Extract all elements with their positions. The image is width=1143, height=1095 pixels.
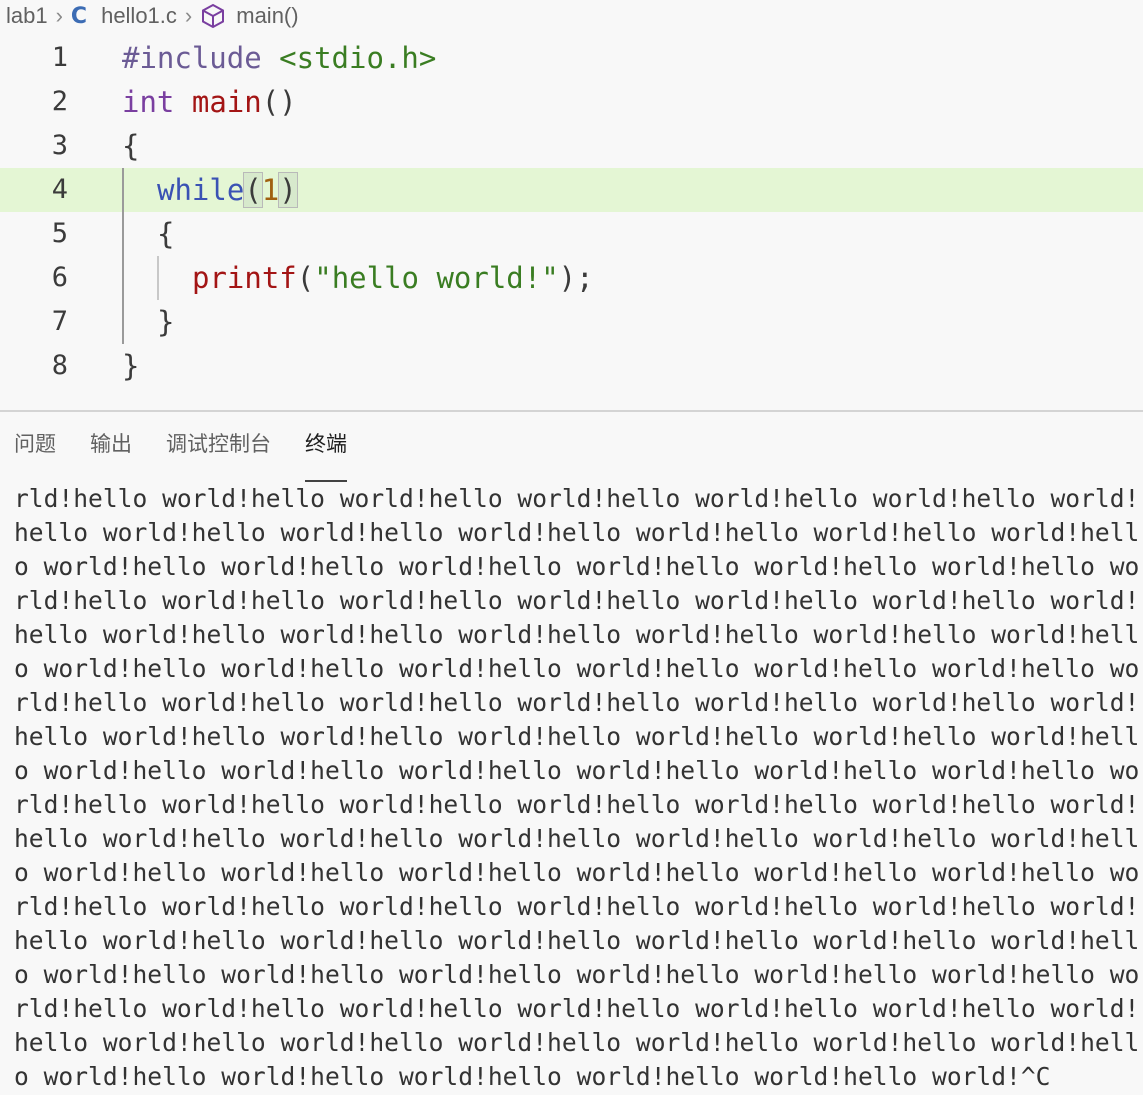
terminal-line: o world!hello world!hello world!hello wo…	[14, 654, 1140, 683]
code-token: (	[296, 261, 315, 295]
bracket-match: )	[278, 172, 298, 208]
breadcrumb-folder[interactable]: lab1	[6, 3, 48, 29]
line-number: 2	[51, 86, 68, 117]
code-token: );	[558, 261, 594, 295]
breadcrumb-file-label: hello1.c	[101, 3, 177, 28]
terminal-line: hello world!hello world!hello world!hell…	[14, 1028, 1140, 1057]
breadcrumb-file[interactable]: C hello1.c	[71, 3, 177, 29]
tab-debug-console[interactable]: 调试控制台	[166, 420, 271, 468]
panel-tabs: 问题 输出 调试控制台 终端	[0, 420, 367, 482]
code-line-8[interactable]: 8 }	[0, 344, 1143, 388]
code-line-5[interactable]: 5 {	[0, 212, 1143, 256]
terminal-line: o world!hello world!hello world!hello wo…	[14, 1062, 1051, 1091]
code-line-7[interactable]: 7 }	[0, 300, 1143, 344]
code-text: while(1)	[157, 168, 298, 212]
panel-divider[interactable]	[0, 410, 1143, 412]
indent-guide-active	[122, 168, 124, 344]
line-number: 7	[51, 306, 68, 337]
method-cube-icon	[200, 3, 226, 29]
terminal-line: hello world!hello world!hello world!hell…	[14, 518, 1140, 547]
code-token: #include	[122, 41, 262, 75]
code-token: "hello world!"	[314, 261, 559, 295]
line-number: 6	[51, 262, 68, 293]
line-number: 3	[51, 130, 68, 161]
terminal-line: hello world!hello world!hello world!hell…	[14, 722, 1140, 751]
code-line-1[interactable]: 1 #include <stdio.h>	[0, 36, 1143, 80]
tab-output[interactable]: 输出	[90, 420, 132, 468]
indent-guide	[157, 256, 159, 300]
breadcrumb-symbol-label: main()	[236, 3, 299, 28]
code-text: printf("hello world!");	[192, 256, 594, 300]
code-token: while	[157, 173, 245, 207]
code-editor[interactable]: 1 #include <stdio.h> 2 int main() 3 { 4 …	[0, 36, 1143, 410]
code-text: }	[157, 305, 175, 339]
line-number: 8	[51, 350, 68, 381]
terminal-line: o world!hello world!hello world!hello wo…	[14, 858, 1140, 887]
code-token: ()	[261, 85, 297, 119]
code-text: #include <stdio.h>	[122, 36, 436, 80]
line-number: 5	[51, 218, 68, 249]
code-line-4-highlighted[interactable]: 4 while(1)	[0, 168, 1143, 212]
terminal-line: rld!hello world!hello world!hello world!…	[14, 892, 1140, 921]
code-token: main	[191, 85, 262, 119]
code-text: {	[122, 129, 140, 163]
terminal-line: o world!hello world!hello world!hello wo…	[14, 960, 1140, 989]
terminal-line: rld!hello world!hello world!hello world!…	[14, 484, 1140, 513]
terminal-line: o world!hello world!hello world!hello wo…	[14, 552, 1140, 581]
terminal-line: rld!hello world!hello world!hello world!…	[14, 994, 1140, 1023]
line-number: 4	[51, 174, 68, 205]
code-line-3[interactable]: 3 {	[0, 124, 1143, 168]
c-file-icon: C	[70, 3, 88, 29]
bracket-match: (	[243, 172, 263, 208]
tab-terminal[interactable]: 终端	[305, 420, 347, 482]
terminal-line: rld!hello world!hello world!hello world!…	[14, 586, 1140, 615]
breadcrumb-folder-label: lab1	[6, 3, 48, 28]
chevron-right-icon: ›	[184, 3, 193, 28]
code-token: printf	[192, 261, 297, 295]
terminal-line: o world!hello world!hello world!hello wo…	[14, 756, 1140, 785]
code-line-2[interactable]: 2 int main()	[0, 80, 1143, 124]
terminal-line: hello world!hello world!hello world!hell…	[14, 824, 1140, 853]
chevron-right-icon: ›	[55, 3, 63, 28]
terminal-line: rld!hello world!hello world!hello world!…	[14, 790, 1140, 819]
terminal-output[interactable]: rld!hello world!hello world!hello world!…	[14, 482, 1143, 1095]
terminal-line: rld!hello world!hello world!hello world!…	[14, 688, 1140, 717]
code-text: }	[122, 349, 140, 383]
breadcrumb-symbol[interactable]: main()	[200, 3, 299, 29]
code-text: int main()	[122, 80, 297, 124]
breadcrumb: lab1 › C hello1.c › main()	[0, 0, 1143, 32]
tab-problems[interactable]: 问题	[14, 420, 56, 468]
line-number: 1	[51, 42, 68, 73]
code-token: 1	[261, 173, 280, 207]
terminal-line: hello world!hello world!hello world!hell…	[14, 926, 1140, 955]
code-token: int	[122, 85, 175, 119]
code-token: <stdio.h>	[279, 41, 437, 75]
terminal-line: hello world!hello world!hello world!hell…	[14, 620, 1140, 649]
code-line-6[interactable]: 6 printf("hello world!");	[0, 256, 1143, 300]
code-text: {	[157, 217, 175, 251]
